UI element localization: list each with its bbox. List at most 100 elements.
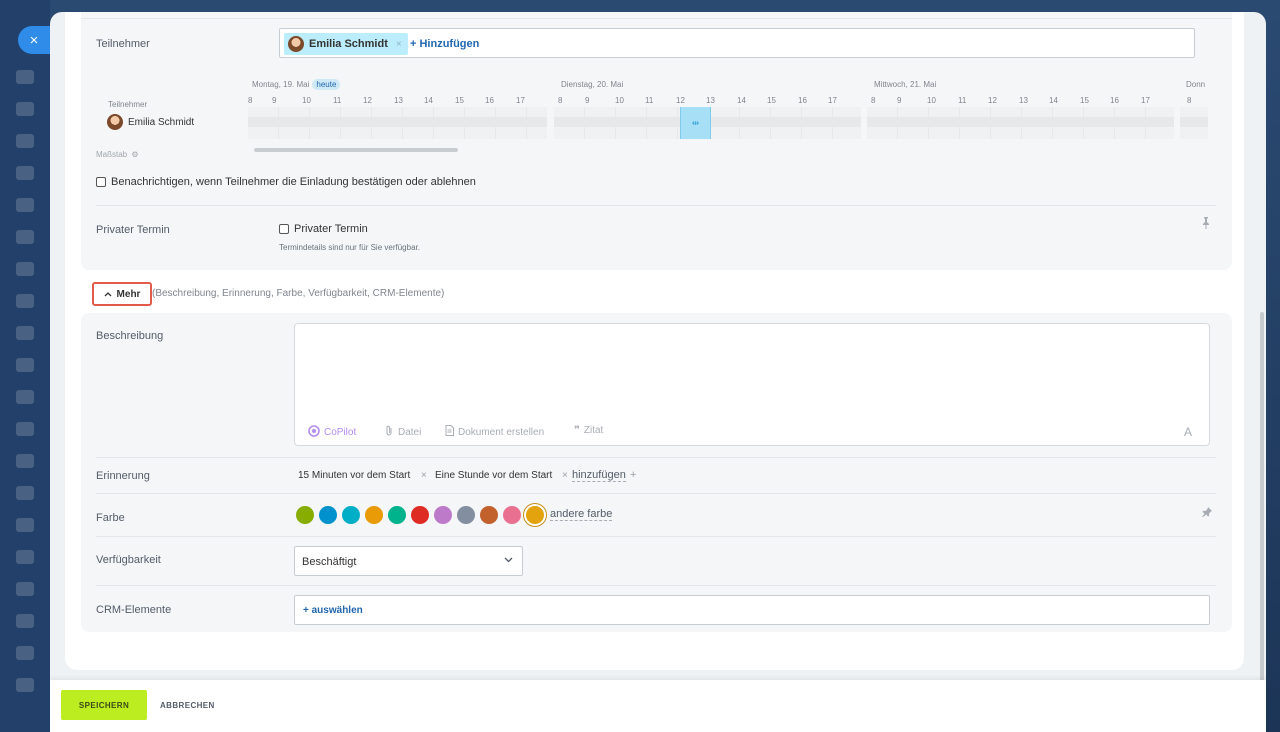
- notify-checkbox[interactable]: [96, 177, 106, 187]
- pin-icon[interactable]: [1201, 506, 1213, 521]
- color-swatch[interactable]: [319, 506, 337, 524]
- reminder-item: Eine Stunde vor dem Start: [435, 470, 553, 481]
- sidebar-icon: [16, 230, 34, 244]
- timeline-day-row[interactable]: [867, 107, 1174, 139]
- participant-chip[interactable]: Emilia Schmidt ×: [284, 33, 408, 55]
- timeline-day-header: Mittwoch, 21. Mai: [874, 80, 937, 89]
- background-sidebar: [0, 0, 50, 732]
- timeline-participant-name: Emilia Schmidt: [128, 116, 195, 128]
- participants-section: Teilnehmer Emilia Schmidt × + Hinzufügen…: [81, 12, 1232, 270]
- private-checkbox[interactable]: [279, 224, 289, 234]
- color-swatch[interactable]: [480, 506, 498, 524]
- hour-label: 16: [1110, 96, 1119, 105]
- color-swatch-selected[interactable]: [526, 506, 544, 524]
- create-document-button[interactable]: Dokument erstellen: [445, 425, 544, 439]
- color-label: Farbe: [96, 512, 125, 524]
- document-icon: [445, 425, 454, 439]
- scale-label: Maßstab: [96, 150, 128, 159]
- timeline-day-row[interactable]: [1180, 107, 1208, 139]
- format-button[interactable]: A: [1184, 425, 1192, 439]
- sidebar-icon: [16, 582, 34, 596]
- availability-select[interactable]: Beschäftigt: [294, 546, 523, 576]
- hour-label: 15: [455, 96, 464, 105]
- add-reminder-link[interactable]: hinzufügen: [572, 469, 626, 482]
- scale-control[interactable]: Maßstab ⚙: [96, 150, 139, 159]
- crm-field[interactable]: + auswählen: [294, 595, 1210, 625]
- remove-reminder-icon[interactable]: ×: [562, 470, 568, 481]
- divider: [96, 205, 1216, 206]
- crm-select-link[interactable]: + auswählen: [303, 605, 363, 616]
- close-icon: ×: [29, 31, 39, 49]
- timeline-day-row[interactable]: [248, 107, 547, 139]
- participants-label: Teilnehmer: [96, 38, 150, 50]
- color-swatch[interactable]: [365, 506, 383, 524]
- copilot-icon: [308, 425, 320, 440]
- timeline-day-header: Dienstag, 20. Mai: [561, 80, 624, 89]
- quote-label: Zitat: [583, 425, 604, 436]
- pin-icon[interactable]: [1201, 217, 1211, 232]
- color-swatch[interactable]: [457, 506, 475, 524]
- hour-label: 12: [676, 96, 685, 105]
- divider: [96, 457, 1216, 458]
- add-reminder-plus-icon[interactable]: +: [630, 469, 636, 481]
- event-editor-panel: Teilnehmer Emilia Schmidt × + Hinzufügen…: [50, 12, 1266, 732]
- hour-label: 12: [988, 96, 997, 105]
- color-swatch[interactable]: [434, 506, 452, 524]
- close-slider-button[interactable]: ×: [18, 26, 50, 54]
- hour-label: 15: [1080, 96, 1089, 105]
- hour-label: 8: [1187, 96, 1192, 105]
- sidebar-icon: [16, 646, 34, 660]
- timeline-day-header: Montag, 19. Mai heute: [252, 79, 341, 90]
- hour-label: 9: [272, 96, 277, 105]
- other-color-link[interactable]: andere farbe: [550, 508, 613, 521]
- description-editor[interactable]: CoPilot Datei Dokument erstellen ❞ Zitat…: [294, 323, 1210, 446]
- timeline-row-header: Teilnehmer: [108, 100, 148, 109]
- hour-label: 10: [302, 96, 311, 105]
- more-hint: (Beschreibung, Erinnerung, Farbe, Verfüg…: [152, 288, 445, 299]
- notify-label: Benachrichtigen, wenn Teilnehmer die Ein…: [111, 176, 476, 188]
- participants-field[interactable]: Emilia Schmidt × + Hinzufügen: [279, 28, 1195, 58]
- sidebar-icon: [16, 134, 34, 148]
- file-button[interactable]: Datei: [384, 425, 421, 440]
- timeline-scrollbar[interactable]: [254, 148, 458, 152]
- hour-label: 12: [363, 96, 372, 105]
- file-label: Datei: [398, 427, 422, 438]
- color-swatch[interactable]: [503, 506, 521, 524]
- save-button[interactable]: SPEICHERN: [61, 690, 147, 720]
- private-hint: Termindetails sind nur für Sie verfügbar…: [279, 243, 420, 252]
- private-label: Privater Termin: [96, 224, 170, 236]
- event-slot-handle[interactable]: ⇹: [680, 107, 711, 139]
- avatar: [107, 114, 123, 130]
- timeline-participant: Emilia Schmidt: [107, 114, 194, 130]
- add-participant-link[interactable]: + Hinzufügen: [410, 38, 479, 50]
- hour-label: 8: [558, 96, 563, 105]
- color-swatch[interactable]: [388, 506, 406, 524]
- hour-label: 17: [516, 96, 525, 105]
- sidebar-icon: [16, 422, 34, 436]
- copilot-button[interactable]: CoPilot: [308, 425, 356, 440]
- hour-label: 11: [333, 96, 342, 105]
- hour-label: 15: [767, 96, 776, 105]
- quote-button[interactable]: ❞ Zitat: [574, 425, 603, 436]
- color-swatch[interactable]: [342, 506, 360, 524]
- remove-participant-icon[interactable]: ×: [396, 39, 402, 50]
- participant-chip-name: Emilia Schmidt: [309, 38, 388, 50]
- hour-label: 13: [394, 96, 403, 105]
- panel-scrollbar[interactable]: [1260, 312, 1264, 682]
- color-swatch[interactable]: [296, 506, 314, 524]
- hour-label: 10: [615, 96, 624, 105]
- sidebar-icon: [16, 486, 34, 500]
- sidebar-icon: [16, 294, 34, 308]
- more-toggle-button[interactable]: Mehr: [92, 282, 152, 306]
- hour-label: 17: [828, 96, 837, 105]
- hour-label: 8: [248, 96, 253, 105]
- hour-label: 9: [585, 96, 590, 105]
- quote-icon: ❞: [574, 425, 580, 436]
- color-swatch[interactable]: [411, 506, 429, 524]
- remove-reminder-icon[interactable]: ×: [421, 470, 427, 481]
- hour-label: 17: [1141, 96, 1150, 105]
- sidebar-icon: [16, 454, 34, 468]
- divider: [96, 585, 1216, 586]
- sidebar-icon: [16, 390, 34, 404]
- cancel-button[interactable]: ABBRECHEN: [160, 690, 215, 720]
